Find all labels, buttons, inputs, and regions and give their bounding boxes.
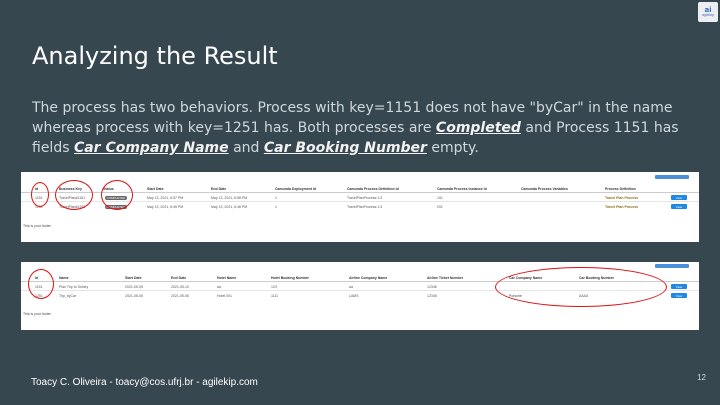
agilekip-logo: ai agilekip: [698, 2, 718, 22]
col-header: Name: [59, 276, 69, 280]
col-header: Camunda Process Variables: [521, 187, 568, 191]
app-footer: This is your footer: [23, 224, 51, 228]
cell-process-definition[interactable]: Travel Plan Process: [605, 196, 638, 200]
travel-plans-screenshot: Id Name Start Date End Date Hotel Name H…: [21, 262, 699, 330]
cell-start-date: 2021-05-05: [125, 285, 143, 289]
cell-airline-ticket: 12345: [427, 285, 437, 289]
process-instances-screenshot: Id Business Key Status Start Date End Da…: [21, 172, 699, 242]
col-header: Camunda Deployment Id: [275, 187, 317, 191]
cell-hotel-name: Hotel 001: [217, 294, 232, 298]
cell-end-date: 2021-05-06: [171, 294, 189, 298]
cell-deployment-id: 1: [275, 205, 277, 209]
cell-end-date: 2021-05-10: [171, 285, 189, 289]
create-button[interactable]: [655, 264, 689, 268]
view-button[interactable]: View: [671, 284, 687, 289]
cell-process-instance-id: 101: [437, 196, 443, 200]
cell-end-date: May 13, 2021, 6:46 PM: [211, 205, 248, 209]
col-header: End Date: [171, 276, 187, 280]
cell-end-date: May 13, 2021, 6:58 PM: [211, 196, 248, 200]
cell-process-definition[interactable]: Travel Plan Process: [605, 205, 638, 209]
col-header: Airline Company Name: [349, 276, 388, 280]
col-header: Camunda Process Instance Id: [437, 187, 487, 191]
page-number: 12: [697, 373, 706, 382]
col-header: Process Definition: [605, 187, 636, 191]
slide-title: Analyzing the Result: [32, 42, 278, 70]
cell-start-date: May 13, 2021, 6:45 PM: [147, 205, 184, 209]
col-header: Camunda Process Definition Id: [347, 187, 399, 191]
slide-footer: Toacy C. Oliveira - toacy@cos.ufrj.br - …: [31, 377, 258, 388]
cell-start-date: 2021-05-05: [125, 294, 143, 298]
col-header: Start Date: [147, 187, 164, 191]
col-header: End Date: [211, 187, 227, 191]
cell-start-date: May 13, 2021, 6:57 PM: [147, 196, 184, 200]
body-part-4: empty.: [426, 140, 479, 156]
cell-deployment-id: 1: [275, 196, 277, 200]
slide-body: The process has two behaviors. Process w…: [32, 98, 692, 158]
cell-name: Trip_byCar: [59, 294, 77, 298]
red-circle-annotation: [28, 269, 54, 299]
view-button[interactable]: View: [671, 293, 687, 298]
view-button[interactable]: View: [671, 195, 687, 200]
col-header: Hotel Booking Number: [271, 276, 309, 280]
cell-airline-ticket: 12345: [427, 294, 437, 298]
red-circle-annotation: [495, 267, 667, 307]
red-circle-annotation: [101, 180, 133, 210]
create-button[interactable]: [655, 175, 689, 179]
app-footer: This is your footer: [23, 312, 51, 316]
cell-hotel-name: aa: [217, 285, 221, 289]
cell-process-definition-id: TravelPlanProcess:1:3: [347, 205, 383, 209]
cell-process-instance-id: 201: [437, 205, 443, 209]
car-booking-emphasis: Car Booking Number: [263, 140, 427, 156]
red-circle-annotation: [31, 182, 49, 207]
col-header: Hotel Name: [217, 276, 237, 280]
logo-text: agilekip: [702, 12, 714, 17]
cell-hotel-booking: 1111: [271, 294, 279, 298]
view-button[interactable]: View: [671, 204, 687, 209]
col-header: Airline Ticket Number: [427, 276, 464, 280]
cell-airline-company: LAMS: [349, 294, 359, 298]
red-circle-annotation: [55, 180, 93, 210]
completed-emphasis: Completed: [435, 120, 521, 136]
cell-hotel-booking: 123: [271, 285, 277, 289]
cell-airline-company: aa: [349, 285, 353, 289]
col-header: Start Date: [125, 276, 142, 280]
body-part-3: and: [228, 140, 264, 156]
car-company-emphasis: Car Company Name: [73, 140, 229, 156]
cell-process-definition-id: TravelPlanProcess:1:3: [347, 196, 383, 200]
cell-name: Plan Trip to Sidney: [59, 285, 89, 289]
